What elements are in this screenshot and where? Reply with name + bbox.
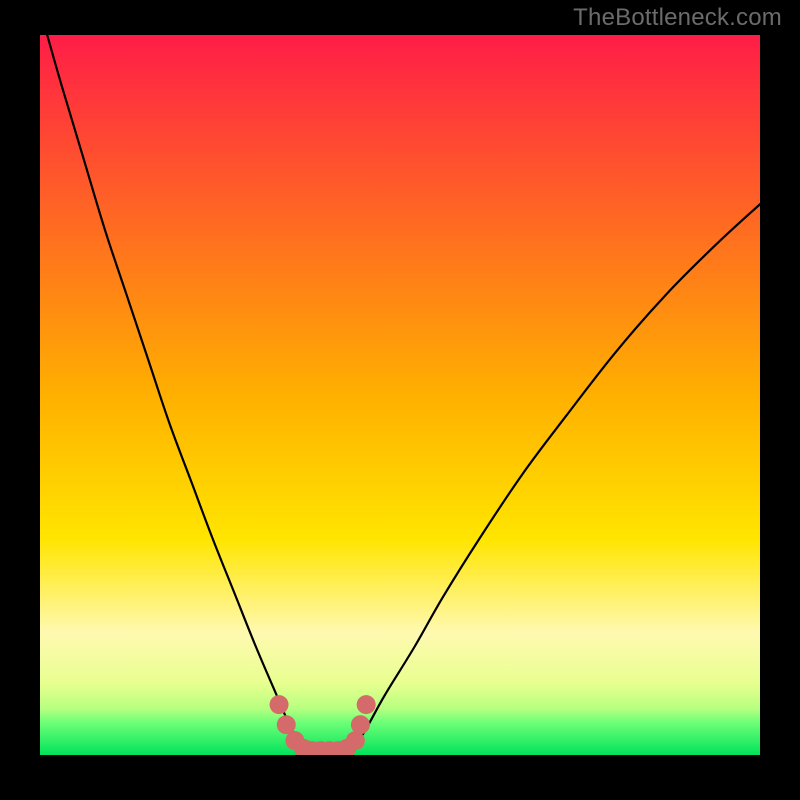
valley-marker: [357, 695, 376, 714]
bottleneck-chart: [40, 35, 760, 755]
chart-frame: TheBottleneck.com: [0, 0, 800, 800]
watermark-text: TheBottleneck.com: [573, 4, 782, 32]
valley-marker: [270, 695, 289, 714]
valley-marker: [351, 715, 370, 734]
gradient-background: [40, 35, 760, 755]
